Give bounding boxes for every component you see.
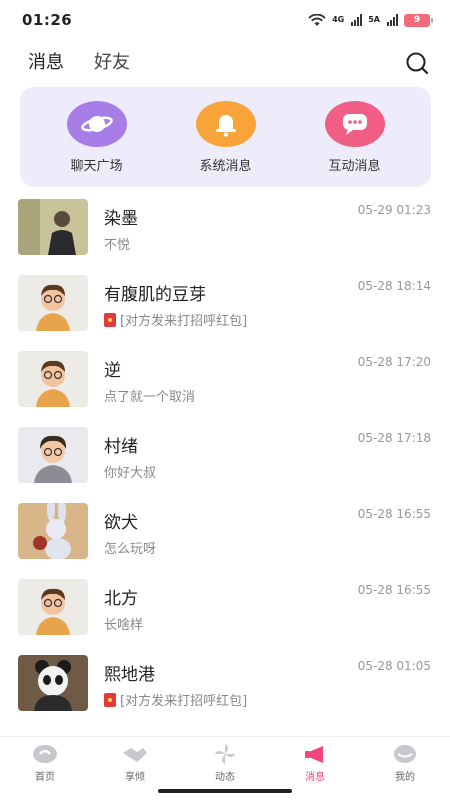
home-icon (33, 744, 57, 763)
contact-name: 有腹肌的豆芽 (104, 285, 206, 305)
nav-share[interactable]: 享倾 (100, 743, 170, 783)
profile-icon (394, 744, 416, 763)
nav-profile-label: 我的 (395, 771, 415, 783)
preview-text: 你好大叔 (104, 466, 157, 481)
nav-home[interactable]: 首页 (10, 743, 80, 783)
nav-profile[interactable]: 我的 (370, 743, 440, 783)
message-preview: 点了就一个取消 (104, 386, 195, 405)
red-packet-icon (104, 312, 116, 327)
bell-icon (195, 100, 256, 147)
message-list: 染墨 不悦 05-29 01:23 有腹肌的豆芽 [对方发来打招呼红包] 05-… (0, 196, 450, 728)
megaphone-icon (305, 745, 323, 763)
contact-name: 染墨 (104, 209, 138, 229)
message-time: 05-28 16:55 (357, 583, 431, 597)
avatar[interactable] (18, 579, 88, 635)
message-time: 05-29 01:23 (357, 203, 431, 217)
wifi-icon (308, 13, 326, 26)
battery-level: 9 (413, 15, 421, 25)
contact-name: 村绪 (104, 437, 138, 457)
tab-messages[interactable]: 消息 (28, 48, 64, 78)
message-preview: [对方发来打招呼红包] (104, 310, 247, 329)
preview-text: [对方发来打招呼红包] (120, 694, 248, 709)
tab-friends[interactable]: 好友 (94, 48, 130, 74)
preview-text: [对方发来打招呼红包] (120, 314, 248, 329)
nav-messages[interactable]: 消息 (280, 743, 350, 783)
chat-bubble-icon (324, 100, 385, 147)
preview-text: 点了就一个取消 (104, 390, 196, 405)
avatar[interactable] (18, 427, 88, 483)
message-preview: 长啥样 (104, 614, 143, 633)
contact-name: 逆 (104, 361, 121, 381)
feature-card: 聊天广场 系统消息 互动消息 (20, 87, 431, 187)
message-item[interactable]: 熙地港 [对方发来打招呼红包] 05-28 01:05 (0, 652, 450, 728)
system-messages-button[interactable]: 系统消息 (171, 100, 281, 174)
search-icon[interactable] (404, 50, 430, 76)
message-preview: [对方发来打招呼红包] (104, 690, 247, 709)
chat-plaza-button[interactable]: 聊天广场 (42, 100, 152, 174)
network-label-1: 4G (332, 15, 345, 24)
status-bar: 01:26 4G 5A 9 (0, 0, 450, 40)
contact-name: 欲犬 (104, 513, 138, 533)
message-preview: 怎么玩呀 (104, 538, 156, 557)
home-indicator (158, 789, 292, 793)
pinwheel-icon (215, 743, 235, 764)
preview-text: 长啥样 (104, 618, 144, 633)
battery-icon: 9 (404, 13, 433, 27)
header: 消息 好友 (0, 44, 450, 80)
preview-text: 不悦 (104, 238, 131, 253)
nav-messages-label: 消息 (305, 771, 325, 783)
network-label-2: 5A (368, 15, 380, 24)
status-time: 01:26 (22, 11, 73, 29)
message-time: 05-28 16:55 (357, 507, 431, 521)
avatar[interactable] (18, 351, 88, 407)
message-item[interactable]: 逆 点了就一个取消 05-28 17:20 (0, 348, 450, 424)
tab-friends-label: 好友 (94, 52, 130, 73)
message-item[interactable]: 染墨 不悦 05-29 01:23 (0, 196, 450, 272)
avatar[interactable] (18, 199, 88, 255)
message-preview: 不悦 (104, 234, 130, 253)
preview-text: 怎么玩呀 (104, 542, 157, 557)
message-item[interactable]: 北方 长啥样 05-28 16:55 (0, 576, 450, 652)
red-packet-icon (104, 692, 116, 707)
status-icons: 4G 5A 9 (308, 13, 433, 27)
nav-home-label: 首页 (35, 771, 55, 783)
nav-share-label: 享倾 (125, 771, 145, 783)
message-item[interactable]: 村绪 你好大叔 05-28 17:18 (0, 424, 450, 500)
tab-messages-label: 消息 (28, 52, 64, 73)
message-preview: 你好大叔 (104, 462, 156, 481)
message-item[interactable]: 有腹肌的豆芽 [对方发来打招呼红包] 05-28 18:14 (0, 272, 450, 348)
message-time: 05-28 18:14 (357, 279, 431, 293)
contact-name: 熙地港 (104, 665, 155, 685)
contact-name: 北方 (104, 589, 138, 609)
nav-moments-label: 动态 (215, 771, 235, 783)
chat-plaza-label: 聊天广场 (70, 158, 123, 174)
avatar[interactable] (18, 655, 88, 711)
planet-icon (66, 100, 127, 147)
interaction-messages-button[interactable]: 互动消息 (300, 100, 410, 174)
message-item[interactable]: 欲犬 怎么玩呀 05-28 16:55 (0, 500, 450, 576)
signal-icon-2 (387, 14, 398, 26)
message-time: 05-28 17:18 (357, 431, 431, 445)
bottom-nav: 首页 享倾 动态 消息 我的 (0, 736, 450, 788)
signal-icon-1 (351, 14, 363, 26)
system-messages-label: 系统消息 (199, 158, 252, 174)
interaction-messages-label: 互动消息 (328, 158, 381, 174)
handshake-icon (123, 747, 147, 762)
avatar[interactable] (18, 275, 88, 331)
nav-moments[interactable]: 动态 (190, 743, 260, 783)
message-time: 05-28 01:05 (357, 659, 431, 673)
avatar[interactable] (18, 503, 88, 559)
message-time: 05-28 17:20 (357, 355, 431, 369)
